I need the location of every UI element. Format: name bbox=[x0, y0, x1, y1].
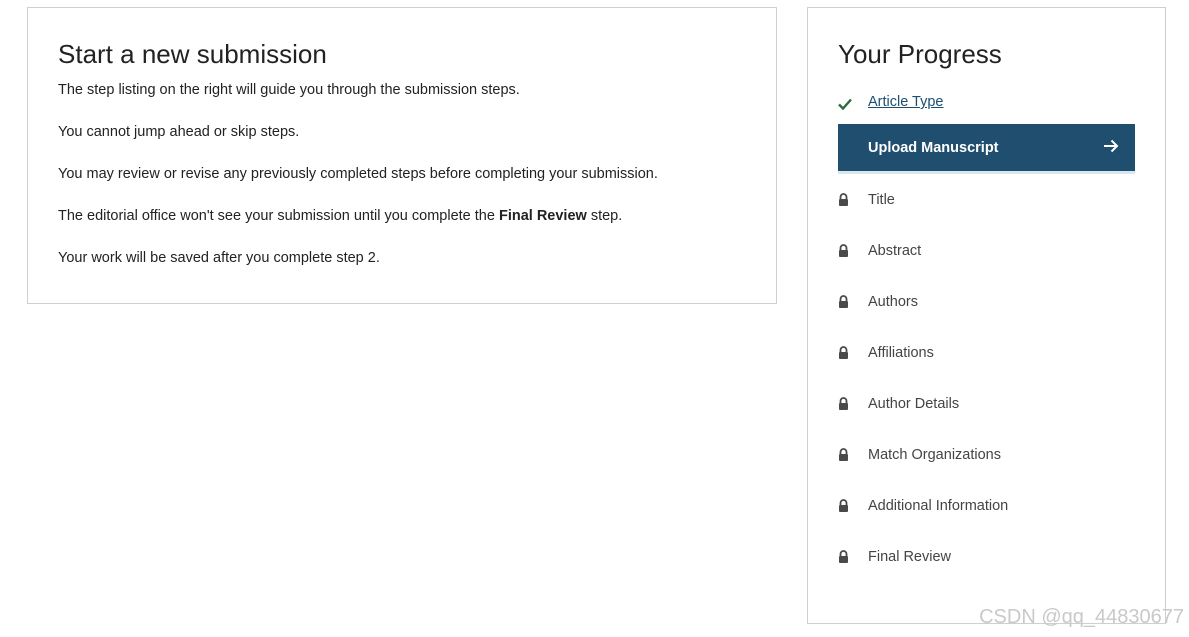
step-match-organizations: Match Organizations bbox=[838, 429, 1135, 480]
lock-icon bbox=[838, 190, 868, 210]
intro-paragraph-4: The editorial office won't see your subm… bbox=[58, 206, 746, 226]
lock-icon bbox=[838, 445, 868, 465]
intro-paragraph-1: The step listing on the right will guide… bbox=[58, 82, 520, 98]
checkmark-icon bbox=[838, 94, 868, 114]
lock-icon bbox=[838, 496, 868, 516]
step-author-details-label: Author Details bbox=[868, 395, 960, 412]
step-title: Title bbox=[838, 174, 1135, 225]
intro-paragraph-2: You cannot jump ahead or skip steps. bbox=[58, 124, 300, 140]
page: Start a new submission The step listing … bbox=[0, 0, 1189, 637]
final-review-emphasis: Final Review bbox=[498, 208, 587, 224]
step-abstract: Abstract bbox=[838, 225, 1135, 276]
lock-icon bbox=[838, 547, 868, 567]
step-article-type[interactable]: Article Type bbox=[838, 94, 1135, 119]
progress-steps: Article Type Upload Manuscript Title Abs… bbox=[838, 94, 1135, 582]
step-match-organizations-label: Match Organizations bbox=[868, 446, 1001, 463]
progress-panel: Your Progress Article Type Upload Manusc… bbox=[807, 7, 1166, 624]
step-additional-information-label: Additional Information bbox=[868, 497, 1009, 514]
watermark: CSDN @qq_44830677 bbox=[979, 606, 1184, 628]
intro-paragraph-5: Your work will be saved after you comple… bbox=[58, 250, 380, 266]
intro-paragraph-4-start: The editorial office won't see your subm… bbox=[58, 208, 499, 224]
step-affiliations: Affiliations bbox=[838, 327, 1135, 378]
lock-icon bbox=[838, 241, 868, 261]
step-title-label: Title bbox=[868, 191, 895, 208]
lock-icon bbox=[838, 394, 868, 414]
step-author-details: Author Details bbox=[838, 378, 1135, 429]
progress-title: Your Progress bbox=[838, 39, 1002, 69]
step-abstract-label: Abstract bbox=[868, 242, 922, 259]
step-authors: Authors bbox=[838, 276, 1135, 327]
step-article-type-link[interactable]: Article Type bbox=[868, 94, 944, 110]
step-authors-label: Authors bbox=[868, 293, 918, 310]
lock-icon bbox=[838, 292, 868, 312]
arrow-right-icon bbox=[1103, 139, 1119, 157]
intro-paragraph-3: You may review or revise any previously … bbox=[58, 166, 658, 182]
step-upload-manuscript[interactable]: Upload Manuscript bbox=[838, 124, 1135, 174]
step-final-review-label: Final Review bbox=[868, 548, 951, 565]
intro-panel: Start a new submission The step listing … bbox=[27, 7, 777, 304]
intro-paragraph-4-end: step. bbox=[586, 208, 623, 224]
step-additional-information: Additional Information bbox=[838, 480, 1135, 531]
lock-icon bbox=[838, 343, 868, 363]
intro-title: Start a new submission bbox=[58, 39, 327, 69]
step-affiliations-label: Affiliations bbox=[868, 344, 934, 361]
step-final-review: Final Review bbox=[838, 531, 1135, 582]
step-upload-manuscript-label: Upload Manuscript bbox=[868, 139, 999, 156]
